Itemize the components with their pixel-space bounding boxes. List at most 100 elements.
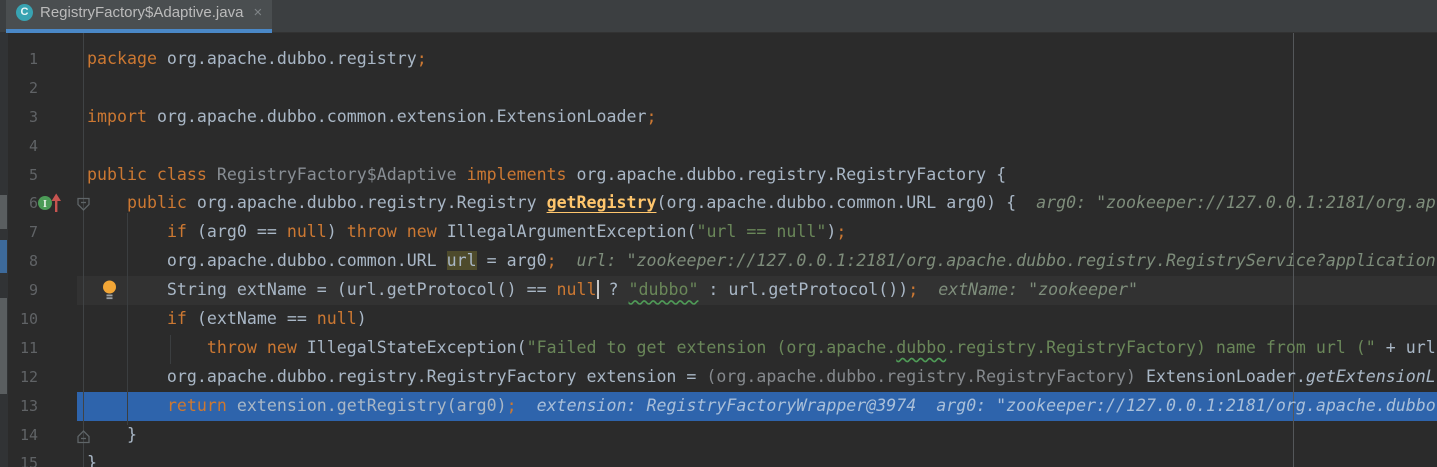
code-token: "dubbo" bbox=[629, 280, 699, 299]
implements-marker-icon[interactable]: I bbox=[36, 191, 62, 225]
fold-expand-icon[interactable] bbox=[75, 426, 92, 455]
intention-bulb-icon[interactable] bbox=[101, 279, 118, 311]
code-token bbox=[87, 309, 167, 328]
code-token: IllegalStateException( bbox=[297, 338, 527, 357]
code-token: (extName == bbox=[187, 309, 317, 328]
code-text[interactable]: public class RegistryFactory$Adaptive im… bbox=[87, 161, 1006, 190]
line-number: 1 bbox=[8, 45, 38, 74]
code-line[interactable]: 15} bbox=[0, 449, 1437, 467]
code-text[interactable]: org.apache.dubbo.common.URL url = arg0; … bbox=[87, 247, 1436, 276]
code-token: ; bbox=[547, 251, 557, 270]
code-token: extension: RegistryFactoryWrapper@3974 a… bbox=[517, 396, 1436, 415]
code-token: ; bbox=[908, 280, 918, 299]
code-token: = arg0 bbox=[477, 251, 547, 270]
code-text[interactable]: String extName = (url.getProtocol() == n… bbox=[87, 276, 1138, 305]
code-line[interactable]: 1 package org.apache.dubbo.registry; bbox=[0, 45, 1437, 74]
code-token: org.apache.dubbo.common.extension.Extens… bbox=[147, 107, 647, 126]
code-line[interactable]: 13 return extension.getRegistry(arg0); e… bbox=[0, 392, 1437, 421]
code-line[interactable]: 2 bbox=[0, 74, 1437, 103]
code-line[interactable]: 11 throw new IllegalStateException("Fail… bbox=[0, 334, 1437, 363]
code-token: RegistryFactory$Adaptive bbox=[217, 165, 457, 184]
code-token: } bbox=[87, 425, 137, 444]
svg-text:I: I bbox=[43, 199, 47, 210]
line-number: 13 bbox=[8, 392, 38, 421]
code-text[interactable]: package org.apache.dubbo.registry; bbox=[87, 45, 427, 74]
left-stripe bbox=[0, 33, 8, 467]
code-token: ? bbox=[599, 280, 629, 299]
code-token: + url bbox=[1376, 338, 1436, 357]
code-token: org.apache.dubbo.registry.Registry bbox=[187, 193, 547, 212]
code-line[interactable]: 10 if (extName == null) bbox=[0, 305, 1437, 334]
code-token: org.apache.dubbo.registry.RegistryFactor… bbox=[87, 367, 706, 386]
code-token: public class bbox=[87, 165, 217, 184]
line-number: 2 bbox=[8, 74, 38, 103]
stripe-mark bbox=[0, 240, 7, 273]
code-token bbox=[87, 222, 167, 241]
code-token: ; bbox=[646, 107, 656, 126]
code-token: } bbox=[87, 453, 97, 467]
tab-title: RegistryFactory$Adaptive.java bbox=[40, 4, 243, 21]
code-token: ) bbox=[327, 222, 347, 241]
code-token: (org.apache.dubbo.common.URL arg0) { bbox=[656, 193, 1016, 212]
code-token: "url == null" bbox=[696, 222, 826, 241]
code-token: .registry.RegistryFactory) name from url… bbox=[946, 338, 1376, 357]
code-token: getExtensionL bbox=[1306, 367, 1436, 386]
line-number: 9 bbox=[8, 276, 38, 305]
code-text[interactable]: throw new IllegalStateException("Failed … bbox=[87, 334, 1436, 363]
code-token: return bbox=[167, 396, 227, 415]
code-text[interactable]: } bbox=[87, 421, 137, 450]
code-token: ; bbox=[417, 49, 427, 68]
code-token: IllegalArgumentException( bbox=[437, 222, 697, 241]
code-line[interactable]: 12 org.apache.dubbo.registry.RegistryFac… bbox=[0, 363, 1437, 392]
line-number: 14 bbox=[8, 421, 38, 450]
code-line[interactable]: 7 if (arg0 == null) throw new IllegalArg… bbox=[0, 218, 1437, 247]
fold-collapse-icon[interactable] bbox=[75, 194, 92, 223]
code-line[interactable]: 9 String extName = (url.getProtocol() ==… bbox=[0, 276, 1437, 305]
code-token bbox=[87, 396, 167, 415]
stripe-mark bbox=[0, 195, 7, 229]
code-token bbox=[87, 338, 207, 357]
line-number: 10 bbox=[8, 305, 38, 334]
code-text[interactable]: if (extName == null) bbox=[87, 305, 367, 334]
code-editor[interactable]: 1 package org.apache.dubbo.registry; 23 imp… bbox=[0, 33, 1437, 467]
line-number: 5 bbox=[8, 161, 38, 190]
tab-registryfactory-adaptive[interactable]: C RegistryFactory$Adaptive.java × bbox=[6, 0, 272, 33]
code-token bbox=[87, 193, 127, 212]
line-number: 3 bbox=[8, 103, 38, 132]
code-token: public bbox=[127, 193, 187, 212]
code-token: arg0: "zookeeper://127.0.0.1:2181/org.ap bbox=[1016, 193, 1436, 212]
code-token: throw new bbox=[347, 222, 437, 241]
code-text[interactable]: org.apache.dubbo.registry.RegistryFactor… bbox=[87, 363, 1436, 392]
code-token: null bbox=[557, 280, 597, 299]
code-line[interactable]: 4 bbox=[0, 132, 1437, 161]
code-token: ; bbox=[507, 396, 517, 415]
code-token: ExtensionLoader. bbox=[1136, 367, 1306, 386]
code-token: getRegistry bbox=[547, 193, 657, 212]
code-token: url bbox=[447, 251, 477, 270]
code-token: throw new bbox=[207, 338, 297, 357]
code-line[interactable]: 5 public class RegistryFactory$Adaptive i… bbox=[0, 161, 1437, 190]
code-token: : url.getProtocol()) bbox=[698, 280, 908, 299]
line-number: 8 bbox=[8, 247, 38, 276]
close-icon[interactable]: × bbox=[253, 4, 262, 21]
editor-content[interactable]: 1 package org.apache.dubbo.registry; 23 imp… bbox=[0, 33, 1437, 467]
code-line[interactable]: 3 import org.apache.dubbo.common.extensio… bbox=[0, 103, 1437, 132]
code-token: null bbox=[287, 222, 327, 241]
code-text[interactable]: if (arg0 == null) throw new IllegalArgum… bbox=[87, 218, 846, 247]
code-line[interactable]: 8 org.apache.dubbo.common.URL url = arg0… bbox=[0, 247, 1437, 276]
line-number: 12 bbox=[8, 363, 38, 392]
code-token: String extName = (url.getProtocol() == bbox=[87, 280, 557, 299]
code-text[interactable]: return extension.getRegistry(arg0); exte… bbox=[87, 392, 1436, 421]
code-token: org.apache.dubbo.registry.RegistryFactor… bbox=[577, 165, 1007, 184]
code-token: ) bbox=[826, 222, 836, 241]
code-text[interactable]: import org.apache.dubbo.common.extension… bbox=[87, 103, 656, 132]
code-text[interactable]: public org.apache.dubbo.registry.Registr… bbox=[87, 189, 1436, 218]
code-token: if bbox=[167, 222, 187, 241]
gutter-border bbox=[83, 33, 84, 467]
line-number: 11 bbox=[8, 334, 38, 363]
code-line[interactable]: 6I public org.apache.dubbo.registry.Regi… bbox=[0, 189, 1437, 218]
code-token: implements bbox=[457, 165, 577, 184]
java-class-icon: C bbox=[16, 4, 33, 21]
line-number: 15 bbox=[8, 449, 38, 467]
code-line[interactable]: 14 } bbox=[0, 421, 1437, 450]
